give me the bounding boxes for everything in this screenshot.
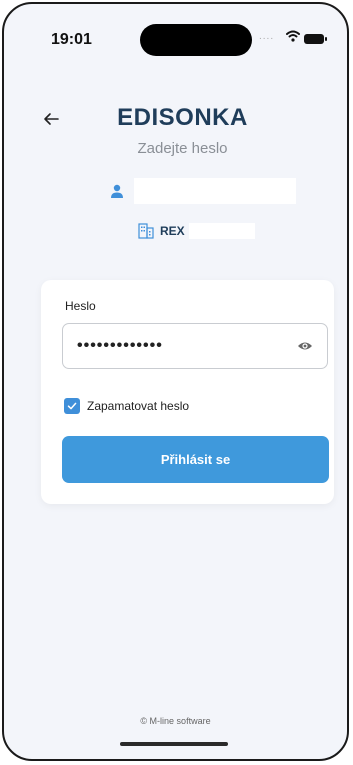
- remember-password-row[interactable]: Zapamatovat heslo: [64, 398, 189, 414]
- footer-copyright: © M-line software: [140, 716, 211, 726]
- password-value: •••••••••••••: [77, 337, 163, 354]
- home-indicator[interactable]: [120, 742, 228, 746]
- dynamic-island: [140, 24, 252, 56]
- company-row: REX: [138, 221, 255, 241]
- wifi-icon: [286, 30, 300, 42]
- battery-icon: [304, 34, 327, 44]
- login-button[interactable]: Přihlásit se: [62, 436, 329, 483]
- page-subtitle: Zadejte heslo: [137, 140, 228, 157]
- status-time: 19:01: [51, 31, 92, 48]
- company-name-extension: [188, 223, 255, 239]
- phone-frame: 19:01 .... EDISONKA Zadejte heslo REX He…: [2, 2, 349, 761]
- remember-password-checkbox[interactable]: [64, 398, 80, 414]
- remember-password-label: Zapamatovat heslo: [87, 399, 190, 413]
- check-icon: [67, 402, 77, 410]
- status-bar: 19:01 ....: [4, 4, 347, 74]
- user-row: [110, 177, 296, 205]
- username-value: [134, 178, 296, 204]
- user-icon: [111, 184, 123, 198]
- building-icon: [138, 223, 154, 239]
- app-title: EDISONKA: [117, 104, 248, 131]
- eye-icon[interactable]: [297, 339, 313, 353]
- password-label: Heslo: [65, 299, 96, 313]
- login-card: Heslo ••••••••••••• Zapamatovat heslo Př…: [41, 280, 334, 504]
- company-name: REX: [160, 224, 185, 238]
- password-input[interactable]: •••••••••••••: [62, 323, 328, 369]
- signal-icon: ....: [259, 31, 275, 42]
